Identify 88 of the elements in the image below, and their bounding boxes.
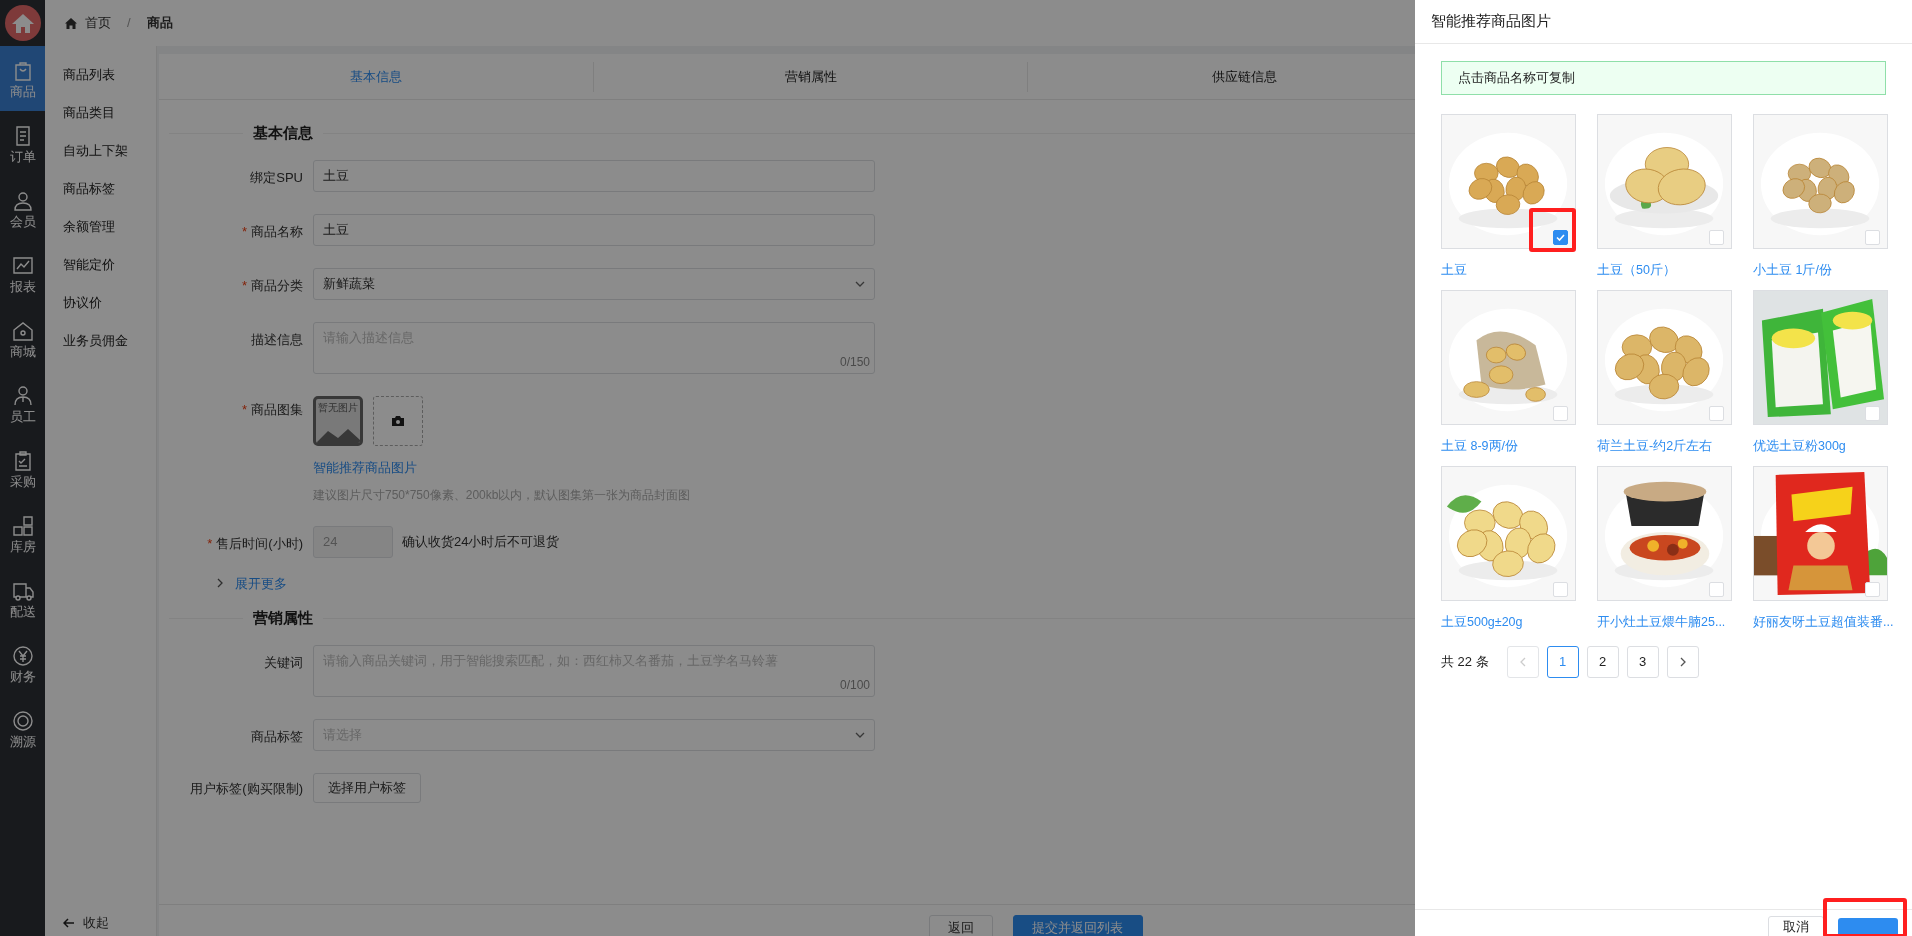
nav-item[interactable]: 商品 [0, 46, 45, 111]
cancel-button[interactable]: 取消 [1768, 916, 1824, 936]
submenu-item[interactable]: 商品列表 [45, 56, 156, 94]
submenu-item[interactable]: 商品标签 [45, 170, 156, 208]
required-mark: * [241, 277, 247, 295]
breadcrumb-separator: / [126, 14, 132, 33]
field-label: 商品标签 [251, 728, 303, 746]
submenu-item[interactable]: 智能定价 [45, 246, 156, 284]
product-name-link[interactable]: 土豆 [1441, 263, 1467, 277]
field-label: 关键词 [264, 654, 303, 672]
product-name-link[interactable]: 土豆500g±20g [1441, 615, 1523, 629]
tab[interactable]: 基本信息 [159, 61, 593, 92]
product-name-link[interactable]: 土豆（50斤） [1597, 263, 1676, 277]
submenu-item[interactable]: 业务员佣金 [45, 322, 156, 360]
nav-item[interactable]: 采购 [0, 436, 45, 501]
submenu-item[interactable]: 商品类目 [45, 94, 156, 132]
placeholder-text: 暂无图片 [317, 403, 359, 413]
field-label: 绑定SPU [250, 169, 303, 187]
field-note: 确认收货24小时后不可退货 [402, 532, 560, 551]
required-mark: * [207, 534, 213, 553]
home-icon [65, 17, 77, 29]
nav-item[interactable]: 商城 [0, 306, 45, 371]
chevron-down-icon [855, 281, 865, 287]
expand-link[interactable]: 展开更多 [235, 573, 287, 593]
arrow-left-icon [63, 918, 75, 928]
char-counter: 0/150 [839, 354, 870, 371]
field-label: 描述信息 [251, 331, 303, 349]
submenu-item[interactable]: 协议价 [45, 284, 156, 322]
camera-icon [392, 416, 404, 426]
product-name-link[interactable]: 优选土豆粉300g [1753, 439, 1846, 453]
nav-item[interactable]: 员工 [0, 371, 45, 436]
text-field[interactable]: 土豆 [313, 214, 875, 246]
nav-item[interactable]: 订单 [0, 111, 45, 176]
chevron-right-icon [1679, 657, 1686, 667]
collapse-button[interactable]: 收起 [45, 910, 156, 936]
total-count: 共 22 条 [1441, 653, 1489, 672]
product-name-link[interactable]: 开小灶土豆煨牛腩25... [1597, 615, 1726, 629]
text-field[interactable]: 土豆 [313, 160, 875, 192]
chart-icon [11, 254, 34, 277]
product-name-link[interactable]: 小土豆 1斤/份 [1753, 263, 1832, 277]
notice-text: 点击商品名称可复制 [1458, 69, 1575, 88]
submenu-item[interactable]: 余额管理 [45, 208, 156, 246]
select-tags-button[interactable]: 选择用户标签 [313, 773, 421, 803]
page-button[interactable]: 1 [1546, 646, 1579, 678]
required-mark: * [241, 401, 247, 419]
nav-item[interactable]: 溯源 [0, 696, 45, 761]
field-label: 用户标签(购买限制) [190, 780, 303, 798]
nav-item[interactable]: 会员 [0, 176, 45, 241]
logo-icon [3, 4, 42, 42]
annotation-frame [1529, 208, 1576, 252]
field-label: 商品名称 [251, 223, 303, 241]
check-icon [1556, 234, 1565, 241]
breadcrumb-link[interactable]: 首页 [85, 13, 111, 33]
person-icon [11, 189, 34, 212]
prev-page-button[interactable] [1506, 646, 1539, 678]
product-name-link[interactable]: 好丽友呀土豆超值装番... [1753, 615, 1894, 629]
page-button[interactable]: 3 [1626, 646, 1659, 678]
select-field[interactable]: 新鲜蔬菜 [313, 268, 875, 300]
back-button[interactable]: 返回 [928, 915, 993, 936]
field-label: 商品分类 [251, 277, 303, 295]
breadcrumb-current: 商品 [146, 14, 173, 33]
checkbox[interactable] [1553, 230, 1568, 245]
target-icon [11, 709, 34, 732]
product-name-link[interactable]: 荷兰土豆-约2斤左右 [1597, 439, 1713, 453]
nav-item[interactable]: 财务 [0, 631, 45, 696]
field-label: 售后时间(小时) [216, 534, 303, 553]
char-counter: 0/100 [839, 677, 870, 694]
page-button[interactable]: 2 [1586, 646, 1619, 678]
submenu-item[interactable]: 自动上下架 [45, 132, 156, 170]
nav-item[interactable]: 库房 [0, 501, 45, 566]
nav-item[interactable]: 配送 [0, 566, 45, 631]
next-page-button[interactable] [1666, 646, 1699, 678]
blocks-icon [11, 514, 34, 537]
submit-button[interactable]: 提交并返回列表 [1012, 915, 1143, 936]
yen-icon [11, 644, 34, 667]
tab[interactable]: 营销属性 [593, 61, 1027, 92]
required-mark: * [241, 223, 247, 241]
person-icon [11, 384, 34, 407]
field-label: 商品图集 [251, 401, 303, 419]
house-icon [11, 319, 34, 342]
chevron-right-icon [217, 578, 223, 589]
product-name-link[interactable]: 土豆 8-9两/份 [1441, 439, 1518, 453]
chevron-down-icon [855, 732, 865, 738]
drawer-title: 智能推荐商品图片 [1431, 11, 1551, 32]
nav-item[interactable]: 报表 [0, 241, 45, 306]
upload-button[interactable] [373, 396, 423, 446]
recommend-link[interactable]: 智能推荐商品图片 [313, 458, 691, 478]
chevron-left-icon [1519, 657, 1526, 667]
